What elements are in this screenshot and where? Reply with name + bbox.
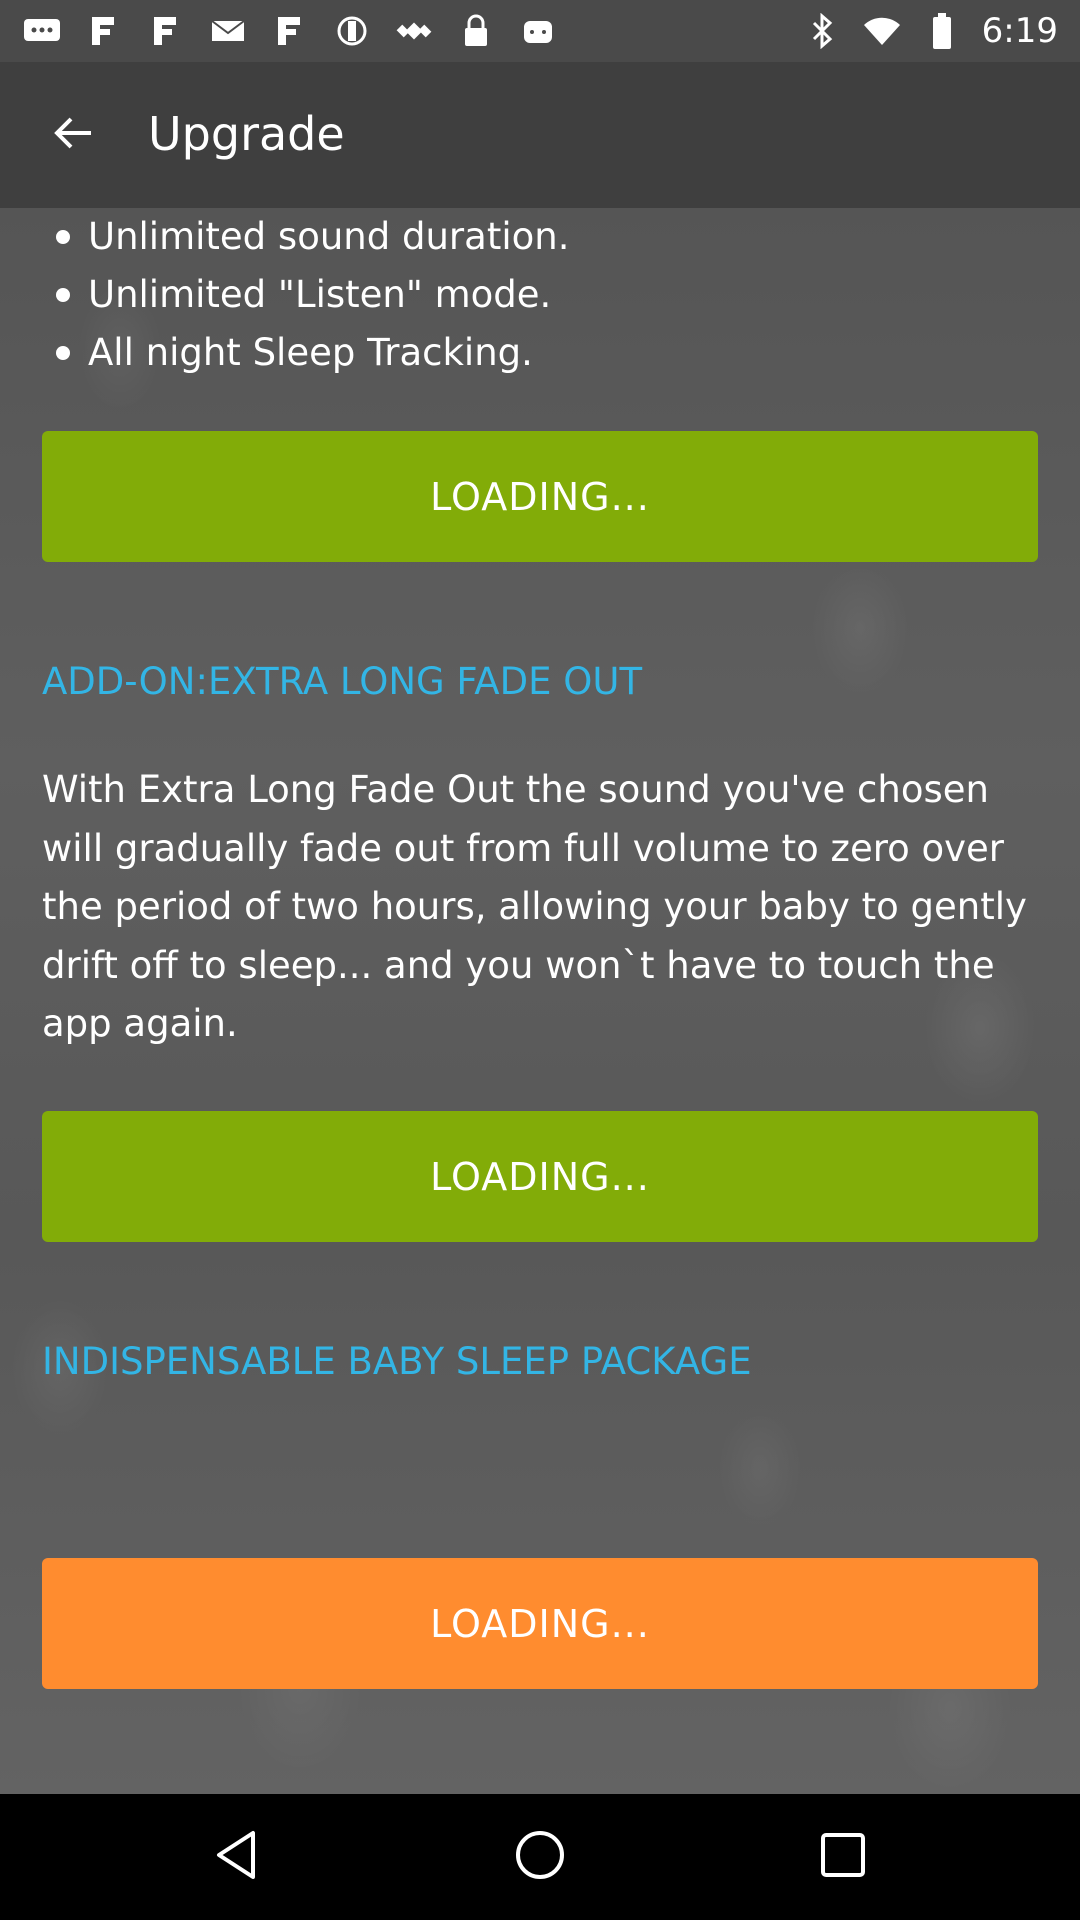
upgrade-loading-button[interactable]: LOADING... <box>42 431 1038 562</box>
nav-bar <box>0 1794 1080 1920</box>
list-item: All night Sleep Tracking. <box>56 324 1036 382</box>
bluetooth-icon <box>802 11 842 51</box>
package-loading-button[interactable]: LOADING... <box>42 1558 1038 1689</box>
android-icon <box>518 11 558 51</box>
list-item: Unlimited "Listen" mode. <box>56 266 1036 324</box>
status-bar: 6:19 <box>0 0 1080 62</box>
status-right-icons: 6:19 <box>802 8 1058 54</box>
notification-icon <box>270 11 310 51</box>
list-item: Unlimited sound duration. <box>56 208 1036 266</box>
wifi-icon <box>862 11 902 51</box>
package-title: INDISPENSABLE BABY SLEEP PACKAGE <box>42 1340 752 1383</box>
content-scroll-area[interactable]: Unlimited sound duration. Unlimited "Lis… <box>0 208 1080 1794</box>
mail-icon <box>208 11 248 51</box>
fake-gps-icon <box>394 11 434 51</box>
do-not-disturb-icon <box>332 11 372 51</box>
addon-loading-button[interactable]: LOADING... <box>42 1111 1038 1242</box>
nav-back-button[interactable] <box>205 1825 269 1889</box>
back-button[interactable] <box>36 98 110 172</box>
feature-text: All night Sleep Tracking. <box>88 331 533 374</box>
status-left-icons <box>22 8 558 54</box>
bullet-icon <box>56 288 70 302</box>
feature-list: Unlimited sound duration. Unlimited "Lis… <box>56 208 1036 382</box>
home-circle-icon <box>514 1829 566 1885</box>
page-title: Upgrade <box>148 107 345 161</box>
addon-title: ADD-ON:EXTRA LONG FADE OUT <box>42 660 643 703</box>
lock-icon <box>456 11 496 51</box>
recents-square-icon <box>819 1831 867 1883</box>
nav-home-button[interactable] <box>508 1825 572 1889</box>
bullet-icon <box>56 230 70 244</box>
addon-description: With Extra Long Fade Out the sound you'v… <box>42 768 1027 1045</box>
status-time: 6:19 <box>981 11 1058 51</box>
messaging-icon <box>22 11 62 51</box>
arrow-left-icon <box>51 111 95 159</box>
feature-text: Unlimited "Listen" mode. <box>88 273 552 316</box>
nav-recents-button[interactable] <box>811 1825 875 1889</box>
app-bar: Upgrade <box>0 62 1080 208</box>
battery-icon <box>922 11 962 51</box>
notification-icon <box>84 11 124 51</box>
feature-text: Unlimited sound duration. <box>88 215 570 258</box>
back-triangle-icon <box>213 1829 261 1885</box>
notification-icon <box>146 11 186 51</box>
bullet-icon <box>56 346 70 360</box>
